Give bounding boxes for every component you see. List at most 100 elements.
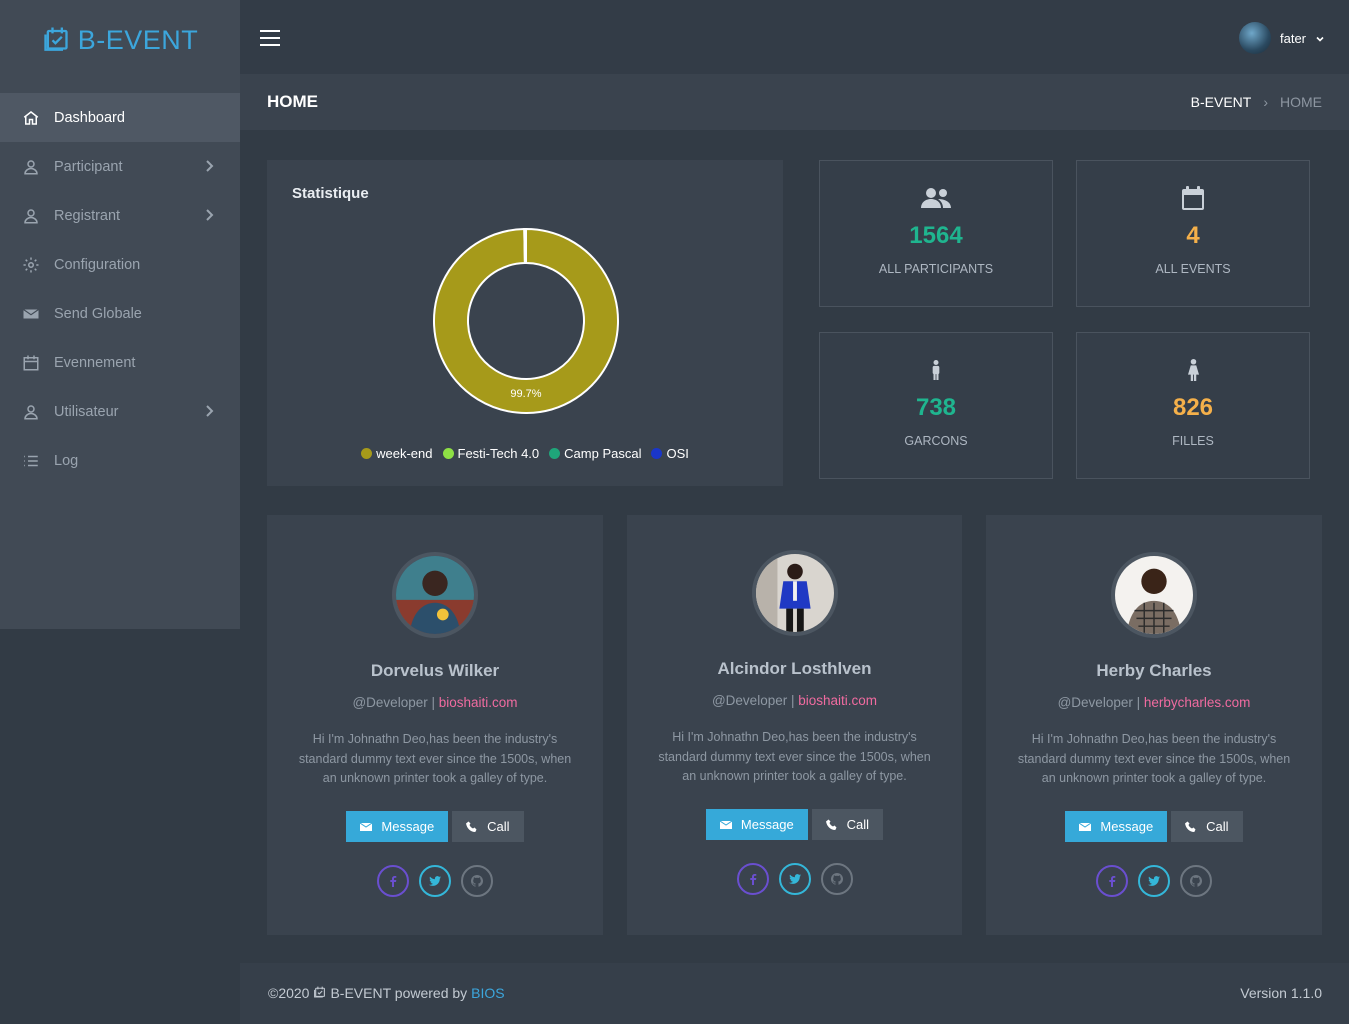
profile-site-link[interactable]: bioshaiti.com	[798, 693, 877, 708]
sidebar-item-label: Log	[54, 452, 79, 469]
hamburger-menu-icon[interactable]	[260, 30, 280, 46]
facebook-icon[interactable]	[736, 863, 769, 895]
message-button-label: Message	[740, 817, 794, 832]
stat-label: GARCONS	[904, 434, 968, 448]
legend-item[interactable]: week-end	[361, 446, 433, 461]
page-title: HOME	[267, 92, 318, 111]
user-icon	[22, 207, 40, 225]
chevron-right-icon	[206, 160, 214, 172]
chart-legend: week-end Festi-Tech 4.0 Camp Pascal OSI	[267, 446, 783, 461]
message-button-label: Message	[1100, 819, 1154, 834]
sidebar-item-participant[interactable]: Participant	[0, 142, 240, 191]
envelope-icon	[719, 820, 732, 829]
stat-label: FILLES	[1172, 434, 1214, 448]
facebook-icon[interactable]	[377, 865, 409, 897]
sidebar-item-dashboard[interactable]: Dashboard	[0, 93, 240, 142]
envelope-icon	[1079, 822, 1092, 831]
twitter-icon[interactable]	[778, 863, 811, 895]
message-button[interactable]: Message	[1065, 811, 1168, 842]
user-name: fater	[1279, 30, 1306, 46]
topbar: fater	[240, 0, 1349, 74]
social-links	[627, 863, 962, 895]
chevron-right-icon	[206, 405, 214, 417]
profile-card: Alcindor Losthlven @Developer | bioshait…	[627, 515, 962, 935]
profile-role: @Developer | bioshaiti.com	[627, 693, 962, 708]
call-button[interactable]: Call	[811, 809, 884, 840]
profile-actions: Message Call	[986, 811, 1322, 842]
github-icon[interactable]	[1180, 865, 1212, 897]
sidebar-item-evennement[interactable]: Evennement	[0, 338, 240, 387]
legend-item[interactable]: Festi-Tech 4.0	[442, 446, 540, 461]
footer-brand-text: B-EVENT powered by	[330, 985, 468, 1001]
call-button-label: Call	[1206, 819, 1229, 834]
twitter-icon[interactable]	[419, 865, 451, 897]
stat-value: 738	[915, 394, 957, 421]
statistique-card: Statistique 99.7% week-end Festi-Tech 4.…	[267, 160, 783, 486]
sidebar-item-label: Registrant	[54, 207, 121, 224]
sidebar-item-utilisateur[interactable]: Utilisateur	[0, 387, 240, 436]
legend-label: Festi-Tech 4.0	[457, 446, 540, 461]
male-icon	[820, 357, 1052, 383]
phone-icon	[1185, 821, 1196, 832]
profile-name: Dorvelus Wilker	[370, 661, 500, 680]
role-text: @Developer |	[1057, 695, 1141, 710]
call-button[interactable]: Call	[1171, 811, 1243, 842]
github-icon[interactable]	[461, 865, 493, 897]
profile-card: Herby Charles @Developer | herbycharles.…	[986, 515, 1322, 935]
twitter-icon[interactable]	[1138, 865, 1170, 897]
stat-label: ALL EVENTS	[1155, 262, 1231, 276]
sidebar-item-configuration[interactable]: Configuration	[0, 240, 240, 289]
breadcrumb-current: HOME	[1280, 94, 1322, 110]
breadcrumb-link[interactable]: B-EVENT	[1191, 94, 1252, 110]
chevron-right-icon: ›	[1263, 94, 1268, 110]
footer-bios-link[interactable]: BIOS	[471, 985, 504, 1001]
user-icon	[22, 158, 40, 176]
call-button[interactable]: Call	[452, 811, 524, 842]
legend-item[interactable]: Camp Pascal	[549, 446, 641, 461]
pie-slice-osi[interactable]	[524, 227, 527, 265]
profile-card: Dorvelus Wilker @Developer | bioshaiti.c…	[267, 515, 603, 935]
sidebar-item-log[interactable]: Log	[0, 436, 240, 485]
avatar	[392, 552, 478, 638]
brand-name: B-EVENT	[77, 24, 199, 55]
facebook-icon[interactable]	[1096, 865, 1128, 897]
stat-label: ALL PARTICIPANTS	[878, 262, 994, 276]
legend-item[interactable]: OSI	[651, 446, 689, 461]
brand-logo[interactable]: B-EVENT	[0, 0, 240, 80]
footer-copyright: ©2020 B-EVENT powered by BIOS	[268, 985, 505, 1001]
profile-role: @Developer | herbycharles.com	[986, 695, 1322, 710]
stat-all-events: 4 ALL EVENTS	[1076, 160, 1310, 307]
message-button[interactable]: Message	[346, 811, 449, 842]
donut-chart: 99.7%	[433, 227, 619, 414]
sidebar-item-label: Participant	[54, 158, 123, 175]
user-icon	[22, 403, 40, 421]
sidebar-item-send-globale[interactable]: Send Globale	[0, 289, 240, 338]
role-text: @Developer |	[352, 695, 435, 710]
sidebar-item-label: Evennement	[54, 354, 136, 371]
sidebar-item-label: Utilisateur	[54, 403, 119, 420]
users-icon	[820, 185, 1052, 211]
calendar-icon	[22, 354, 40, 372]
phone-icon	[825, 819, 837, 830]
sidebar-item-label: Send Globale	[54, 305, 142, 322]
social-links	[986, 865, 1322, 897]
calendar-icon	[1077, 185, 1309, 211]
profile-site-link[interactable]: bioshaiti.com	[439, 695, 518, 710]
legend-dot	[442, 448, 454, 459]
profile-site-link[interactable]: herbycharles.com	[1144, 695, 1251, 710]
avatar	[1238, 22, 1271, 54]
chevron-right-icon	[206, 209, 214, 221]
social-links	[267, 865, 603, 897]
legend-label: Camp Pascal	[564, 446, 642, 461]
profile-name: Herby Charles	[1096, 661, 1212, 680]
home-icon	[22, 109, 40, 127]
sidebar-item-registrant[interactable]: Registrant	[0, 191, 240, 240]
stat-value: 826	[1172, 394, 1214, 421]
legend-label: OSI	[666, 446, 689, 461]
chevron-down-icon	[1315, 29, 1325, 48]
stat-value: 4	[1186, 222, 1200, 249]
user-menu[interactable]: fater	[1238, 22, 1325, 54]
message-button[interactable]: Message	[705, 809, 808, 840]
github-icon[interactable]	[820, 863, 853, 895]
stat-value: 1564	[909, 222, 963, 249]
